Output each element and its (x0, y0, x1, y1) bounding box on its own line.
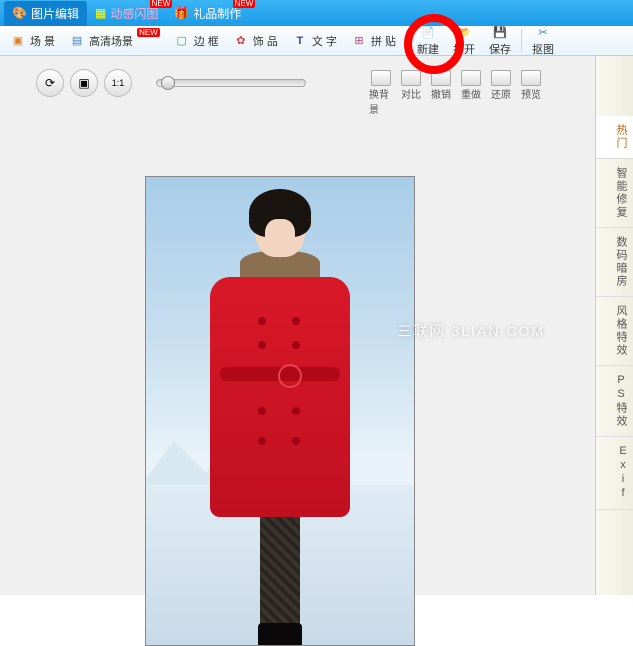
watermark-text: 三联网 3LIAN.COM (398, 321, 545, 341)
hd-scene-icon: ▤ (69, 33, 85, 49)
lbl: 还原 (491, 86, 511, 101)
content-area: ⟳ ▣ 1:1 换背景 对比 撤销 重做 还原 预览 (0, 56, 633, 595)
redo-button[interactable]: 重做 (457, 68, 485, 118)
collage-icon: ⊞ (351, 33, 367, 49)
preview-icon (521, 70, 541, 86)
red-coat (210, 277, 350, 517)
side-tab-smart-fix[interactable]: 智能修复 (596, 159, 633, 228)
film-icon: ▦ (95, 6, 106, 20)
coat-button (258, 407, 266, 415)
restore-button[interactable]: 还原 (487, 68, 515, 118)
boots (258, 623, 302, 646)
restore-icon (491, 70, 511, 86)
coat-button (292, 407, 300, 415)
tab-anim-flash[interactable]: ▦ 动感闪图 NEW (87, 1, 166, 26)
one-to-one-icon: 1:1 (112, 78, 125, 88)
btn-label: 饰 品 (253, 33, 278, 49)
zoom-slider[interactable] (156, 79, 306, 87)
save-disk-icon: 💾 (492, 24, 508, 40)
compare-button[interactable]: 对比 (397, 68, 425, 118)
text-icon: T (292, 33, 308, 49)
scene-button[interactable]: ▣ 场 景 (4, 31, 61, 51)
open-folder-icon: 📂 (456, 24, 472, 40)
lbl: 重做 (461, 86, 481, 101)
btn-label: 新建 (417, 41, 439, 57)
canvas-wrapper: ⟳ ▣ 1:1 换背景 对比 撤销 重做 还原 预览 (0, 56, 595, 595)
separator (521, 30, 522, 52)
ornament-button[interactable]: ✿ 饰 品 (227, 31, 284, 51)
side-tab-exif[interactable]: Exif (596, 437, 633, 510)
btn-label: 文 字 (312, 33, 337, 49)
redo-icon (461, 70, 481, 86)
border-icon: ▢ (174, 33, 190, 49)
coat-button (258, 341, 266, 349)
ornament-icon: ✿ (233, 33, 249, 49)
scene-icon: ▣ (10, 33, 26, 49)
lbl: 撤销 (431, 86, 451, 101)
new-badge: NEW (137, 28, 160, 37)
fit-screen-button[interactable]: ▣ (70, 69, 98, 97)
open-button[interactable]: 📂 打开 (447, 22, 481, 59)
figure-model (200, 197, 360, 637)
btn-label: 高清场景 (89, 33, 133, 49)
coat-button (292, 437, 300, 445)
action-strip: 换背景 对比 撤销 重做 还原 预览 (367, 68, 545, 118)
slider-thumb[interactable] (161, 76, 175, 90)
compare-icon (401, 70, 421, 86)
side-tab-hot[interactable]: 热门 (596, 116, 633, 159)
head (255, 197, 305, 257)
tab-gift-make[interactable]: 🎁 礼品制作 NEW (166, 1, 249, 26)
palette-icon: 🎨 (12, 6, 27, 20)
coat-button (258, 317, 266, 325)
new-button[interactable]: 📄 新建 (411, 22, 445, 59)
coat-button (292, 317, 300, 325)
btn-label: 场 景 (30, 33, 55, 49)
btn-label: 拼 贴 (371, 33, 396, 49)
new-file-icon: 📄 (420, 24, 436, 40)
lbl: 预览 (521, 86, 541, 101)
tab-image-edit[interactable]: 🎨 图片编辑 (4, 1, 87, 26)
side-tab-bar: 热门 智能修复 数码暗房 风格特效 PS特效 Exif (595, 56, 633, 595)
separator (406, 30, 407, 52)
cutout-icon: ✂ (535, 24, 551, 40)
side-tab-ps-fx[interactable]: PS特效 (596, 366, 633, 437)
btn-label: 边 框 (194, 33, 219, 49)
preview-button[interactable]: 预览 (517, 68, 545, 118)
refresh-icon: ⟳ (45, 76, 55, 90)
face (265, 219, 295, 253)
new-badge: NEW (233, 0, 256, 8)
hd-scene-button[interactable]: ▤ 高清场景 NEW (63, 31, 166, 51)
bg-icon (371, 70, 391, 86)
tab-label: 图片编辑 (31, 5, 79, 22)
main-toolbar: ▣ 场 景 ▤ 高清场景 NEW ▢ 边 框 ✿ 饰 品 T 文 字 ⊞ 拼 贴… (0, 26, 633, 56)
cutout-button[interactable]: ✂ 抠图 (526, 22, 560, 59)
gift-icon: 🎁 (174, 6, 189, 20)
text-button[interactable]: T 文 字 (286, 31, 343, 51)
refresh-button[interactable]: ⟳ (36, 69, 64, 97)
btn-label: 打开 (453, 41, 475, 57)
side-tab-style-fx[interactable]: 风格特效 (596, 297, 633, 366)
btn-label: 抠图 (532, 41, 554, 57)
side-tab-darkroom[interactable]: 数码暗房 (596, 228, 633, 297)
image-canvas[interactable] (145, 176, 415, 646)
undo-button[interactable]: 撤销 (427, 68, 455, 118)
coat-button (292, 341, 300, 349)
btn-label: 保存 (489, 41, 511, 57)
lbl: 对比 (401, 86, 421, 101)
belt (220, 367, 340, 381)
fit-icon: ▣ (78, 76, 89, 90)
coat-button (258, 437, 266, 445)
border-button[interactable]: ▢ 边 框 (168, 31, 225, 51)
lbl: 换背景 (369, 86, 393, 116)
actual-size-button[interactable]: 1:1 (104, 69, 132, 97)
change-bg-button[interactable]: 换背景 (367, 68, 395, 118)
undo-icon (431, 70, 451, 86)
legs (260, 517, 300, 627)
collage-button[interactable]: ⊞ 拼 贴 (345, 31, 402, 51)
save-button[interactable]: 💾 保存 (483, 22, 517, 59)
